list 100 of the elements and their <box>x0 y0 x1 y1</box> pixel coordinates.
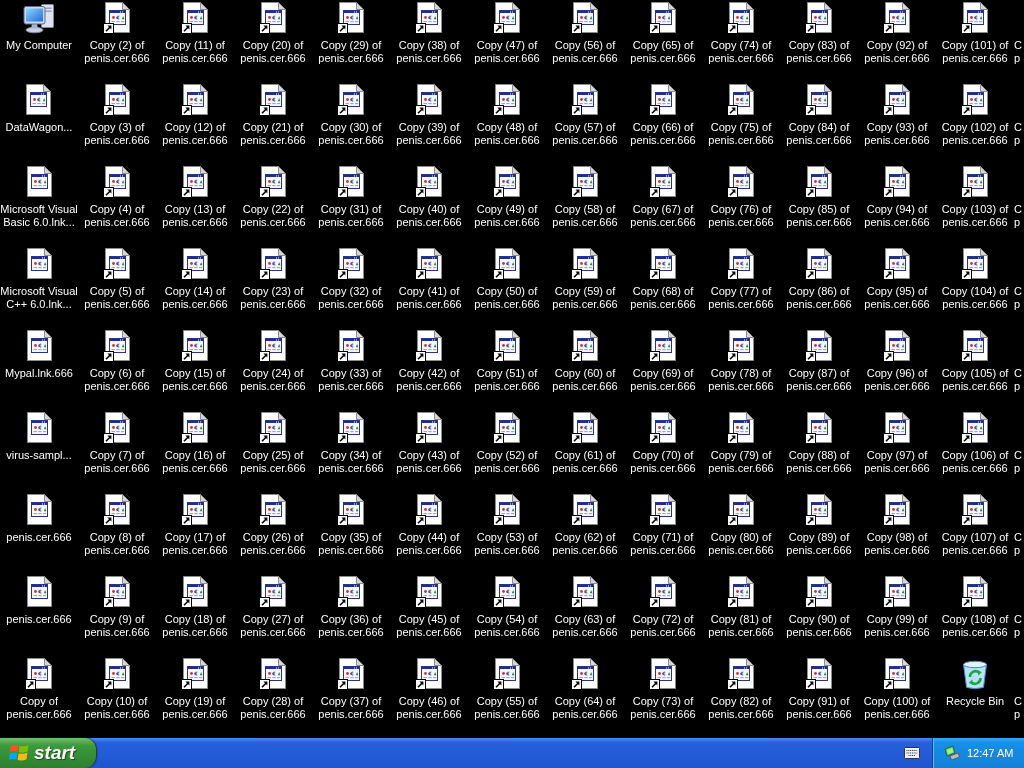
desktop-item[interactable]: Copy (43) of penis.cer.666 <box>396 412 462 475</box>
desktop-item[interactable]: Copy (14) of penis.cer.666 <box>162 248 228 311</box>
desktop-item[interactable]: Copy (89) of penis.cer.666 <box>786 494 852 557</box>
desktop-item[interactable]: Copy (79) of penis.cer.666 <box>708 412 774 475</box>
desktop-item[interactable]: Copy (45) of penis.cer.666 <box>396 576 462 639</box>
desktop-item[interactable]: Copy of penis.cer.666 <box>6 658 72 721</box>
keyboard-icon[interactable] <box>904 747 920 759</box>
desktop-item[interactable]: Copy (107) of penis.cer.666 <box>941 494 1009 557</box>
desktop-item[interactable]: Copy (40) of penis.cer.666 <box>396 166 462 229</box>
desktop-item[interactable]: Copy (7) of penis.cer.666 <box>84 412 150 475</box>
desktop-item[interactable]: Copy (94) of penis.cer.666 <box>864 166 930 229</box>
desktop-item[interactable]: Copy (5) of penis.cer.666 <box>84 248 150 311</box>
desktop-item[interactable]: Copy (95) of penis.cer.666 <box>864 248 930 311</box>
desktop-item[interactable]: Copy (17) of penis.cer.666 <box>162 494 228 557</box>
desktop-item[interactable]: Copy (99) of penis.cer.666 <box>864 576 930 639</box>
desktop-item[interactable]: Copy (68) of penis.cer.666 <box>630 248 696 311</box>
desktop-item[interactable]: Copy (70) of penis.cer.666 <box>630 412 696 475</box>
desktop-item[interactable]: Copy (81) of penis.cer.666 <box>708 576 774 639</box>
desktop-item[interactable]: Copy (56) of penis.cer.666 <box>552 2 618 65</box>
desktop-item[interactable]: Copy (72) of penis.cer.666 <box>630 576 696 639</box>
desktop-item[interactable]: Copy (103) of penis.cer.666 <box>941 166 1009 229</box>
desktop-item[interactable]: C p <box>1014 285 1022 311</box>
desktop-item[interactable]: Copy (102) of penis.cer.666 <box>941 84 1009 147</box>
desktop-item[interactable]: Copy (53) of penis.cer.666 <box>474 494 540 557</box>
desktop-item[interactable]: Copy (78) of penis.cer.666 <box>708 330 774 393</box>
desktop-item[interactable]: Copy (38) of penis.cer.666 <box>396 2 462 65</box>
desktop-item[interactable]: Copy (80) of penis.cer.666 <box>708 494 774 557</box>
desktop-item[interactable]: Copy (87) of penis.cer.666 <box>786 330 852 393</box>
desktop-item[interactable]: Copy (55) of penis.cer.666 <box>474 658 540 721</box>
desktop-item[interactable]: Copy (58) of penis.cer.666 <box>552 166 618 229</box>
desktop-item[interactable]: Copy (28) of penis.cer.666 <box>240 658 306 721</box>
desktop-item[interactable]: DataWagon... <box>5 84 73 134</box>
desktop-item[interactable]: Copy (76) of penis.cer.666 <box>708 166 774 229</box>
desktop-item[interactable]: Copy (22) of penis.cer.666 <box>240 166 306 229</box>
desktop-item[interactable]: Copy (105) of penis.cer.666 <box>941 330 1009 393</box>
desktop-item[interactable]: Copy (65) of penis.cer.666 <box>630 2 696 65</box>
desktop-item[interactable]: Copy (30) of penis.cer.666 <box>318 84 384 147</box>
start-button[interactable]: start <box>0 738 96 768</box>
desktop-item[interactable]: Copy (50) of penis.cer.666 <box>474 248 540 311</box>
desktop-item[interactable]: Copy (11) of penis.cer.666 <box>162 2 228 65</box>
desktop-item[interactable]: Copy (12) of penis.cer.666 <box>162 84 228 147</box>
desktop-item[interactable]: Copy (20) of penis.cer.666 <box>240 2 306 65</box>
desktop-item[interactable]: Copy (60) of penis.cer.666 <box>552 330 618 393</box>
desktop-item[interactable]: penis.cer.666 <box>6 494 72 544</box>
desktop-item[interactable]: C p <box>1014 695 1022 721</box>
desktop-item[interactable]: Copy (41) of penis.cer.666 <box>396 248 462 311</box>
desktop-item[interactable]: Copy (34) of penis.cer.666 <box>318 412 384 475</box>
desktop-item[interactable]: Copy (85) of penis.cer.666 <box>786 166 852 229</box>
desktop-item[interactable]: Copy (74) of penis.cer.666 <box>708 2 774 65</box>
desktop-item[interactable]: Copy (36) of penis.cer.666 <box>318 576 384 639</box>
desktop-item[interactable]: Microsoft Visual C++ 6.0.lnk... <box>0 248 78 311</box>
desktop-item[interactable]: C p <box>1014 203 1022 229</box>
desktop-item[interactable]: virus-sampl... <box>6 412 72 462</box>
desktop-item[interactable]: C p <box>1014 121 1022 147</box>
monitor-icon[interactable] <box>944 745 960 761</box>
desktop-item[interactable]: Copy (101) of penis.cer.666 <box>941 2 1009 65</box>
desktop-item[interactable]: Copy (62) of penis.cer.666 <box>552 494 618 557</box>
desktop-item[interactable]: C p <box>1014 39 1022 65</box>
desktop-item[interactable]: Copy (88) of penis.cer.666 <box>786 412 852 475</box>
desktop-item[interactable]: Copy (29) of penis.cer.666 <box>318 2 384 65</box>
desktop-item[interactable]: Copy (48) of penis.cer.666 <box>474 84 540 147</box>
desktop-item[interactable]: Copy (25) of penis.cer.666 <box>240 412 306 475</box>
desktop-item[interactable]: Copy (3) of penis.cer.666 <box>84 84 150 147</box>
desktop-item[interactable]: Copy (44) of penis.cer.666 <box>396 494 462 557</box>
desktop-item[interactable]: Copy (90) of penis.cer.666 <box>786 576 852 639</box>
desktop-item[interactable]: Copy (49) of penis.cer.666 <box>474 166 540 229</box>
desktop-item[interactable]: Copy (6) of penis.cer.666 <box>84 330 150 393</box>
desktop-item[interactable]: Copy (66) of penis.cer.666 <box>630 84 696 147</box>
desktop-item[interactable]: Copy (54) of penis.cer.666 <box>474 576 540 639</box>
desktop-item[interactable]: My Computer <box>6 2 72 52</box>
desktop-item[interactable]: Copy (106) of penis.cer.666 <box>941 412 1009 475</box>
desktop-item[interactable]: Copy (52) of penis.cer.666 <box>474 412 540 475</box>
desktop-item[interactable]: Copy (42) of penis.cer.666 <box>396 330 462 393</box>
desktop-item[interactable]: Copy (61) of penis.cer.666 <box>552 412 618 475</box>
desktop-item[interactable]: Copy (16) of penis.cer.666 <box>162 412 228 475</box>
desktop-item[interactable]: Copy (104) of penis.cer.666 <box>941 248 1009 311</box>
desktop-item[interactable]: Copy (26) of penis.cer.666 <box>240 494 306 557</box>
desktop-item[interactable]: C p <box>1014 449 1022 475</box>
desktop-item[interactable]: Copy (91) of penis.cer.666 <box>786 658 852 721</box>
desktop-item[interactable]: Copy (46) of penis.cer.666 <box>396 658 462 721</box>
desktop-item[interactable]: Copy (33) of penis.cer.666 <box>318 330 384 393</box>
desktop-item[interactable]: Copy (98) of penis.cer.666 <box>864 494 930 557</box>
desktop-item[interactable]: Copy (108) of penis.cer.666 <box>941 576 1009 639</box>
desktop-item[interactable]: Copy (57) of penis.cer.666 <box>552 84 618 147</box>
desktop-item[interactable]: Copy (13) of penis.cer.666 <box>162 166 228 229</box>
desktop-item[interactable]: Copy (18) of penis.cer.666 <box>162 576 228 639</box>
desktop-item[interactable]: Copy (84) of penis.cer.666 <box>786 84 852 147</box>
desktop-item[interactable]: Copy (86) of penis.cer.666 <box>786 248 852 311</box>
desktop-item[interactable]: Copy (73) of penis.cer.666 <box>630 658 696 721</box>
desktop-item[interactable]: penis.cer.666 <box>6 576 72 626</box>
desktop-item[interactable]: Copy (21) of penis.cer.666 <box>240 84 306 147</box>
desktop-item[interactable]: Copy (75) of penis.cer.666 <box>708 84 774 147</box>
desktop-item[interactable]: Copy (71) of penis.cer.666 <box>630 494 696 557</box>
desktop-item[interactable]: Copy (15) of penis.cer.666 <box>162 330 228 393</box>
desktop-item[interactable]: Copy (82) of penis.cer.666 <box>708 658 774 721</box>
desktop-item[interactable]: C p <box>1014 613 1022 639</box>
desktop-item[interactable]: Copy (69) of penis.cer.666 <box>630 330 696 393</box>
desktop-item[interactable]: Microsoft Visual Basic 6.0.lnk... <box>0 166 78 229</box>
desktop-item[interactable]: Copy (27) of penis.cer.666 <box>240 576 306 639</box>
desktop-item[interactable]: Copy (23) of penis.cer.666 <box>240 248 306 311</box>
